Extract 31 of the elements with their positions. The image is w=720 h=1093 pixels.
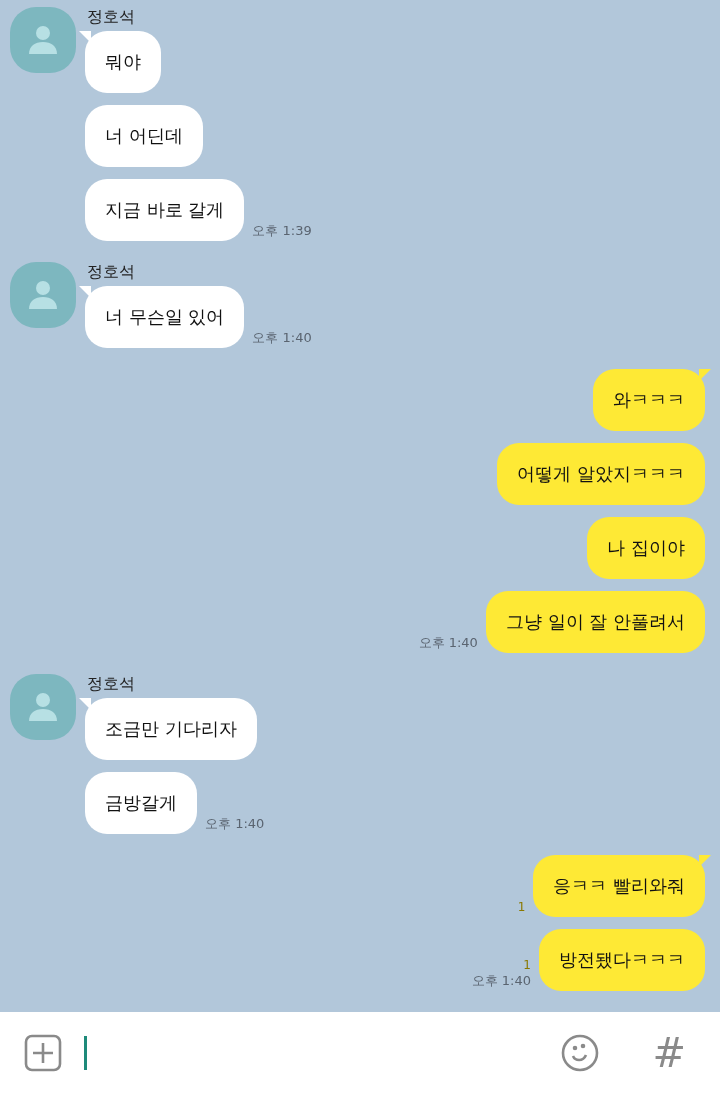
message-bubble: 조금만 기다리자 xyxy=(85,698,257,760)
message-time: 오후 1:40 xyxy=(252,330,312,346)
add-icon[interactable] xyxy=(24,1033,62,1072)
message-time: 오후 1:40 xyxy=(205,816,265,832)
avatar[interactable] xyxy=(10,7,76,73)
avatar[interactable] xyxy=(10,262,76,328)
person-icon xyxy=(27,692,59,722)
emoji-icon[interactable] xyxy=(560,1032,601,1073)
person-icon xyxy=(27,280,59,310)
unread-count: 1 xyxy=(517,900,526,915)
sender-name: 정호석 xyxy=(87,262,136,282)
message-bubble: 너 어딘데 xyxy=(85,105,203,167)
message-bubble: 그냥 일이 잘 안풀려서 xyxy=(485,591,705,653)
message-bubble: 지금 바로 갈게 xyxy=(85,179,245,241)
message-bubble: 너 무슨일 있어 xyxy=(85,286,245,348)
message-bubble: 어떻게 알았지ㅋㅋㅋ xyxy=(497,443,705,505)
message-bubble: 와ㅋㅋㅋ xyxy=(593,369,705,431)
message-bubble: 방전됐다ㅋㅋㅋ xyxy=(539,929,705,991)
avatar[interactable] xyxy=(10,674,76,740)
unread-count: 1 xyxy=(523,958,531,973)
hashtag-button[interactable]: # xyxy=(652,1029,696,1076)
message-bubble: 응ㅋㅋ 빨리와줘 xyxy=(533,855,705,917)
message-time: 오후 1:40 xyxy=(471,973,531,989)
message-time: 오후 1:39 xyxy=(252,223,312,239)
message-time: 오후 1:40 xyxy=(418,635,478,651)
person-icon xyxy=(27,25,59,55)
sender-name: 정호석 xyxy=(87,7,136,27)
sender-name: 정호석 xyxy=(87,674,136,694)
message-bubble: 금방갈게 xyxy=(85,772,197,834)
message-bubble: 뭐야 xyxy=(85,31,161,93)
message-bubble: 나 집이야 xyxy=(587,517,705,579)
